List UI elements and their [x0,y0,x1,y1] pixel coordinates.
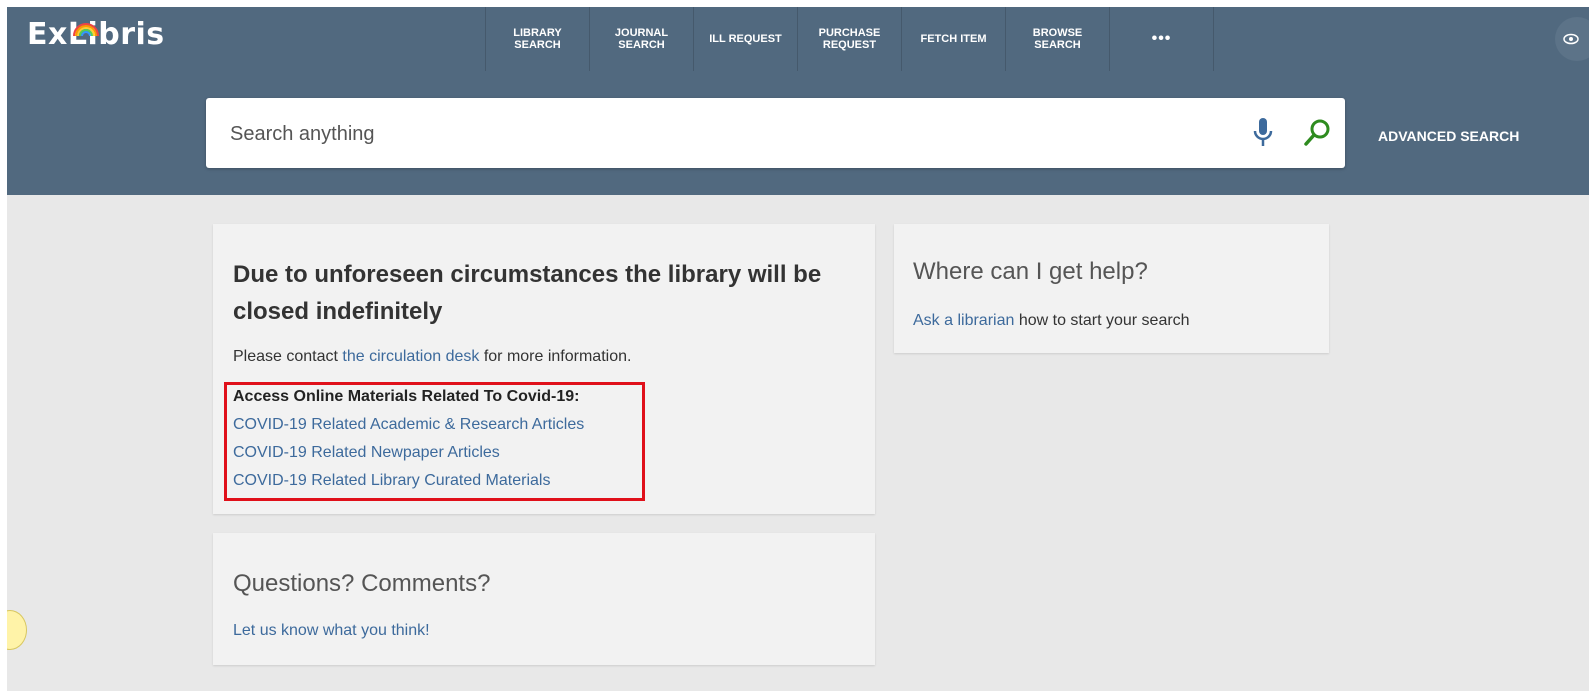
advanced-search-link[interactable]: ADVANCED SEARCH [1378,128,1519,144]
help-title: Where can I get help? [913,258,1148,285]
nav-browse-search[interactable]: BROWSE SEARCH [1005,7,1109,71]
search-input[interactable] [228,116,1212,152]
more-dots-icon[interactable]: ••• [1109,7,1214,71]
top-navigation-bar: ExLibris LIBRARY SEARCH JOURNAL SEARCH I… [7,7,1589,71]
help-text: Ask a librarian how to start your search [913,312,1190,330]
nav-ill-request[interactable]: ILL REQUEST [693,7,797,71]
contact-prefix: Please contact [233,348,343,365]
notice-title: Due to unforeseen circumstances the libr… [233,261,822,325]
circulation-desk-link[interactable]: the circulation desk [342,348,479,365]
contact-suffix: for more information. [479,348,632,365]
feedback-title: Questions? Comments? [233,570,491,597]
help-suffix: how to start your search [1014,312,1190,329]
main-nav: LIBRARY SEARCH JOURNAL SEARCH ILL REQUES… [485,7,1214,71]
search-box [206,98,1345,168]
notice-card: Due to unforeseen circumstances the libr… [213,224,875,514]
covid-curated-link[interactable]: COVID-19 Related Library Curated Materia… [233,472,550,490]
logo-arc-icon [73,23,99,37]
help-card: Where can I get help? Ask a librarian ho… [894,224,1329,353]
nav-library-search[interactable]: LIBRARY SEARCH [485,7,589,71]
microphone-icon[interactable] [1252,117,1274,149]
page-frame: ExLibris LIBRARY SEARCH JOURNAL SEARCH I… [7,7,1589,691]
magnifier-icon[interactable] [1302,118,1332,148]
covid-heading: Access Online Materials Related To Covid… [233,388,580,405]
nav-fetch-item[interactable]: FETCH ITEM [901,7,1005,71]
nav-purchase-request[interactable]: PURCHASE REQUEST [797,7,901,71]
covid-academic-link[interactable]: COVID-19 Related Academic & Research Art… [233,416,584,434]
notice-contact-text: Please contact the circulation desk for … [233,348,631,366]
covid-newspaper-link[interactable]: COVID-19 Related Newpaper Articles [233,444,500,462]
chat-bubble-icon[interactable] [7,610,27,650]
nav-journal-search[interactable]: JOURNAL SEARCH [589,7,693,71]
search-bar-area: ADVANCED SEARCH [7,71,1589,195]
eye-icon[interactable] [1555,17,1589,61]
feedback-card: Questions? Comments? Let us know what yo… [213,533,875,665]
ask-librarian-link[interactable]: Ask a librarian [913,312,1014,329]
feedback-link[interactable]: Let us know what you think! [233,622,430,640]
